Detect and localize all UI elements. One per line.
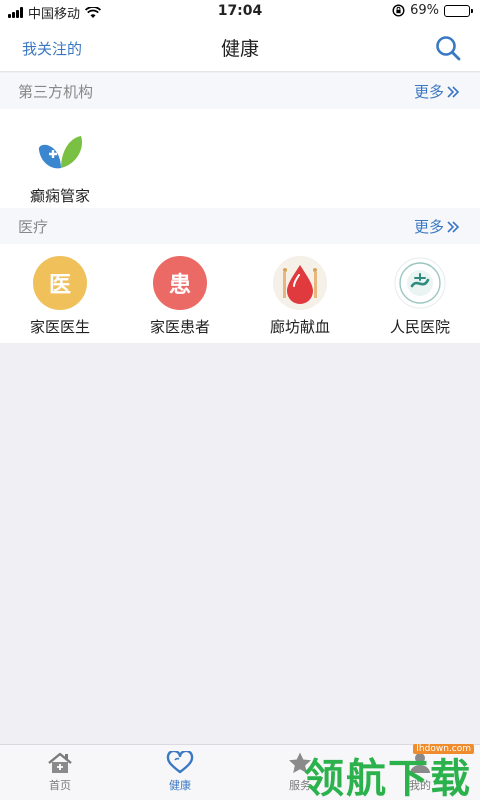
tab-label: 我的	[409, 779, 431, 792]
section-header-medical: 医疗 更多	[0, 208, 480, 244]
nav-bar: 我关注的 健康	[0, 24, 480, 72]
app-label: 家医患者	[149, 318, 210, 336]
more-button[interactable]: 更多	[414, 216, 460, 237]
section-header-third-party: 第三方机构 更多	[0, 73, 480, 109]
app-tile-epilepsy[interactable]: 癫痫管家	[0, 125, 120, 206]
status-bar: 中国移动 17:04 69%	[0, 0, 480, 24]
app-label: 人民医院	[389, 318, 450, 336]
search-icon[interactable]	[434, 34, 462, 62]
app-label: 癫痫管家	[29, 187, 90, 205]
double-chevron-right-icon	[447, 85, 460, 98]
app-tile-family-doctor[interactable]: 医 家医医生	[0, 256, 120, 337]
battery-percent: 69%	[410, 3, 439, 18]
hospital-emblem-icon	[393, 256, 447, 310]
tab-label: 服务	[289, 779, 311, 792]
heart-icon	[166, 751, 194, 774]
tab-label: 首页	[49, 779, 71, 792]
doctor-glyph: 医	[48, 272, 71, 298]
patient-icon: 患	[153, 256, 207, 310]
my-follows-button[interactable]: 我关注的	[22, 38, 82, 59]
app-tile-family-patient[interactable]: 患 家医患者	[120, 256, 240, 337]
person-icon	[410, 753, 430, 773]
tab-home[interactable]: 首页	[20, 751, 100, 793]
tab-bar: 首页 健康 服务 我的	[0, 744, 480, 800]
more-label: 更多	[413, 83, 444, 101]
doctor-icon: 医	[33, 256, 87, 310]
section-title: 第三方机构	[18, 83, 94, 101]
double-chevron-right-icon	[447, 220, 460, 233]
tab-mine[interactable]: 我的	[380, 751, 460, 793]
home-icon	[48, 752, 72, 773]
star-icon	[289, 752, 311, 773]
blood-drop-icon	[273, 256, 327, 310]
app-label: 廊坊献血	[269, 318, 330, 336]
tab-service[interactable]: 服务	[260, 751, 340, 793]
patient-glyph: 患	[168, 272, 191, 298]
section-body-third-party: 癫痫管家	[0, 109, 480, 208]
section-title: 医疗	[18, 218, 49, 236]
app-label: 家医医生	[29, 318, 90, 336]
more-button[interactable]: 更多	[414, 81, 460, 102]
status-right: 69%	[392, 3, 473, 18]
app-tile-blood-donation[interactable]: 廊坊献血	[240, 256, 360, 337]
rotation-lock-icon	[392, 4, 405, 17]
tab-health[interactable]: 健康	[140, 751, 220, 793]
section-body-medical: 医 家医医生 患 家医患者 廊坊献血 人民医院	[0, 244, 480, 343]
more-label: 更多	[413, 218, 444, 236]
epilepsy-leaf-icon	[33, 125, 87, 179]
tab-label: 健康	[169, 779, 191, 792]
battery-icon	[444, 4, 473, 17]
app-tile-peoples-hospital[interactable]: 人民医院	[360, 256, 480, 337]
